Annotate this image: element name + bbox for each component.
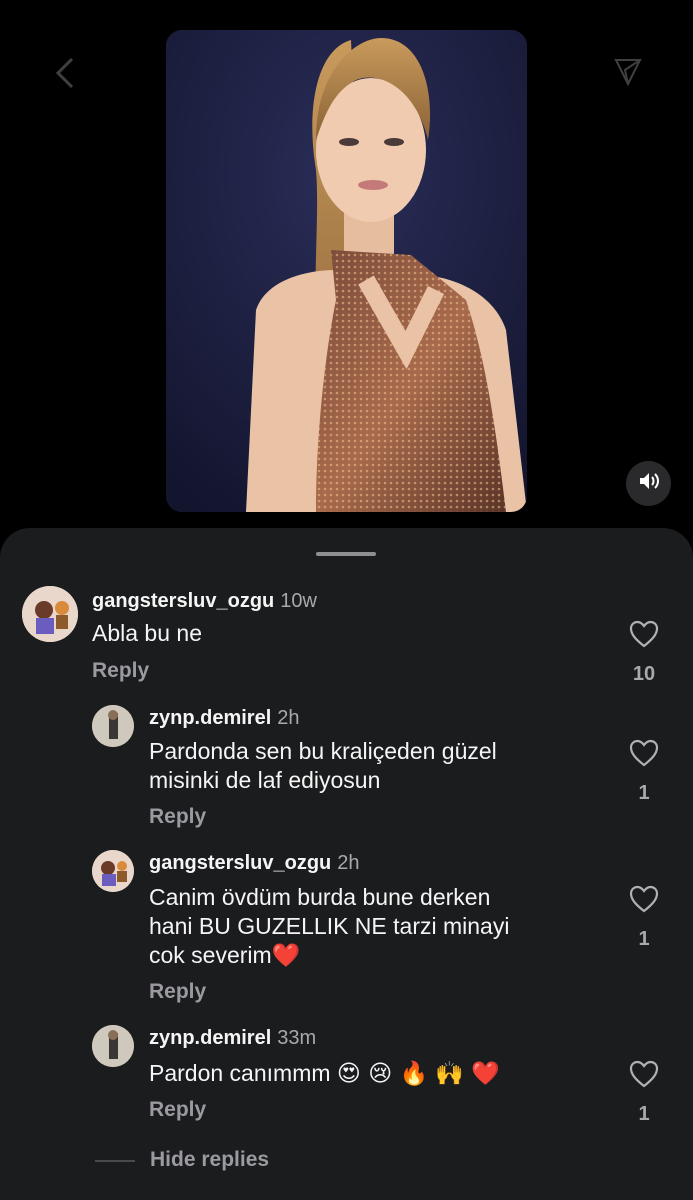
heart-emoji: ❤️	[271, 943, 301, 969]
comment-meta: zynp.demirel 2h	[149, 706, 300, 730]
comment-text-line: cok severim❤️	[149, 941, 579, 971]
like-button[interactable]: 1	[624, 885, 664, 951]
comment-text: Pardon canımmm 😍 😢 🔥 🙌 ❤️	[149, 1059, 579, 1089]
speaker-icon	[638, 471, 660, 496]
mute-button[interactable]	[626, 461, 671, 506]
username[interactable]: gangstersluv_ozgu	[149, 852, 331, 874]
comment-text-line: hani BU GUZELLIK NE tarzi minayi	[149, 913, 510, 939]
share-icon[interactable]	[613, 56, 643, 93]
timestamp: 2h	[277, 707, 300, 729]
comments-sheet: gangstersluv_ozgu 10w Abla bu ne Reply 10…	[0, 528, 693, 1200]
comment-text-fragment: cok severim	[149, 942, 272, 968]
comment-text-line: Pardonda sen bu kraliçeden güzel	[149, 738, 497, 764]
like-count: 10	[632, 663, 656, 685]
comment-text-line: misinki de laf ediyosun	[149, 767, 381, 793]
reply-button[interactable]: Reply	[92, 659, 149, 683]
video-frame-image	[166, 30, 527, 512]
username[interactable]: zynp.demirel	[149, 1027, 271, 1049]
back-arrow-icon[interactable]	[54, 56, 76, 95]
heart-icon	[629, 620, 659, 648]
timestamp: 33m	[277, 1027, 317, 1049]
heart-icon	[629, 739, 659, 767]
username[interactable]: gangstersluv_ozgu	[92, 590, 274, 612]
hide-replies-divider	[95, 1160, 135, 1162]
comment-text-fragment: Pardon canımmm	[149, 1060, 331, 1086]
comment-text: Abla bu ne	[92, 620, 202, 646]
avatar[interactable]	[92, 1025, 134, 1067]
username[interactable]: zynp.demirel	[149, 707, 271, 729]
like-count: 1	[638, 782, 650, 804]
timestamp: 2h	[337, 852, 360, 874]
comment-text: Pardonda sen bu kraliçeden güzel misinki…	[149, 737, 579, 795]
like-button[interactable]: 10	[624, 620, 664, 686]
heart-icon	[629, 1060, 659, 1088]
reel-comments-screen: gangstersluv_ozgu 10w Abla bu ne Reply 10…	[0, 0, 693, 1200]
avatar[interactable]	[92, 705, 134, 747]
avatar[interactable]	[22, 586, 78, 642]
sheet-grabber[interactable]	[316, 552, 376, 556]
reply-button[interactable]: Reply	[149, 805, 206, 829]
comment-meta: zynp.demirel 33m	[149, 1026, 316, 1050]
heart-icon	[629, 885, 659, 913]
like-count: 1	[638, 928, 650, 950]
like-count: 1	[638, 1103, 650, 1125]
comment-meta: gangstersluv_ozgu 10w	[92, 589, 317, 613]
like-button[interactable]: 1	[624, 739, 664, 805]
comment-meta: gangstersluv_ozgu 2h	[149, 851, 360, 875]
comment-text-line: Canim övdüm burda bune derken	[149, 884, 491, 910]
reel-video[interactable]	[166, 30, 527, 512]
reply-button[interactable]: Reply	[149, 1098, 206, 1122]
like-button[interactable]: 1	[624, 1060, 664, 1126]
timestamp: 10w	[280, 590, 317, 612]
comment-text: Canim övdüm burda bune derken hani BU GU…	[149, 883, 579, 971]
hide-replies-button[interactable]: Hide replies	[150, 1148, 269, 1172]
emoji-group: 😍 😢 🔥 🙌 ❤️	[336, 1061, 501, 1087]
reply-button[interactable]: Reply	[149, 980, 206, 1004]
avatar[interactable]	[92, 850, 134, 892]
